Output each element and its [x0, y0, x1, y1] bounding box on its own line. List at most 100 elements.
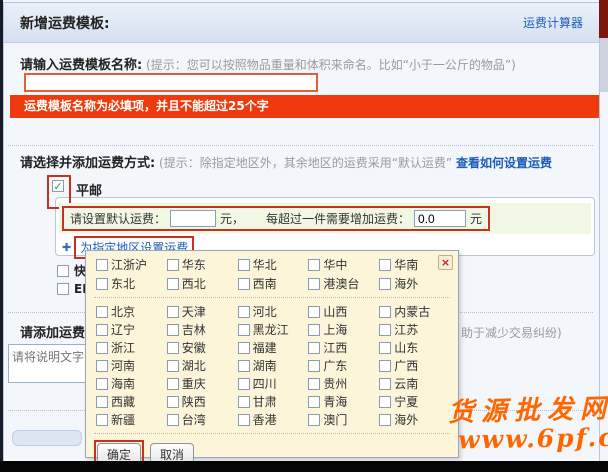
region-item[interactable]: 西北: [167, 276, 238, 291]
province-item[interactable]: 甘肃: [238, 394, 309, 409]
province-item[interactable]: 四川: [238, 376, 309, 391]
checkbox[interactable]: [96, 360, 108, 372]
province-item[interactable]: 辽宁: [96, 322, 167, 337]
province-item[interactable]: 台湾: [167, 412, 238, 427]
checkbox[interactable]: [308, 278, 320, 290]
annotation-box-fee: 请设置默认运费： 元， 每超过一件需要增加运费： 元: [62, 206, 490, 231]
province-item[interactable]: 广西: [379, 358, 450, 373]
checkbox[interactable]: [238, 278, 250, 290]
checkbox[interactable]: [167, 414, 179, 426]
region-item[interactable]: 华中: [308, 257, 379, 272]
checkbox[interactable]: [96, 414, 108, 426]
province-item[interactable]: 江西: [308, 340, 379, 355]
checkbox[interactable]: [238, 324, 250, 336]
province-item[interactable]: 江苏: [379, 322, 450, 337]
region-item[interactable]: 华北: [238, 257, 309, 272]
province-item[interactable]: 河南: [96, 358, 167, 373]
checkbox[interactable]: [379, 259, 391, 271]
checkbox[interactable]: [167, 378, 179, 390]
checkbox[interactable]: [379, 378, 391, 390]
checkbox[interactable]: [379, 414, 391, 426]
province-item[interactable]: 北京: [96, 304, 167, 319]
province-item[interactable]: 湖南: [238, 358, 309, 373]
freight-calculator-link[interactable]: 运费计算器: [523, 14, 583, 31]
checkbox[interactable]: [96, 278, 108, 290]
province-item[interactable]: 河北: [238, 304, 309, 319]
help-link[interactable]: 查看如何设置运费: [456, 156, 552, 170]
checkbox[interactable]: [167, 360, 179, 372]
checkbox[interactable]: [379, 360, 391, 372]
province-item[interactable]: 山西: [308, 304, 379, 319]
province-item[interactable]: 天津: [167, 304, 238, 319]
region-item[interactable]: 西南: [238, 276, 309, 291]
province-item[interactable]: 黑龙江: [238, 322, 309, 337]
ems-checkbox[interactable]: [57, 283, 69, 295]
region-item[interactable]: 海外: [379, 276, 450, 291]
province-item[interactable]: 吉林: [167, 322, 238, 337]
region-item[interactable]: 港澳台: [308, 276, 379, 291]
province-item[interactable]: 福建: [238, 340, 309, 355]
checkbox[interactable]: [379, 342, 391, 354]
checkbox[interactable]: [308, 396, 320, 408]
province-item[interactable]: 新疆: [96, 412, 167, 427]
province-item[interactable]: 湖北: [167, 358, 238, 373]
checkbox[interactable]: [308, 342, 320, 354]
province-item[interactable]: 上海: [308, 322, 379, 337]
checkbox[interactable]: [238, 342, 250, 354]
checkbox[interactable]: [167, 324, 179, 336]
default-fee-input[interactable]: [170, 210, 216, 227]
province-item[interactable]: 安徽: [167, 340, 238, 355]
checkbox[interactable]: [96, 259, 108, 271]
checkbox[interactable]: [308, 378, 320, 390]
province-item[interactable]: 西藏: [96, 394, 167, 409]
province-item[interactable]: 云南: [379, 376, 450, 391]
checkbox[interactable]: [238, 396, 250, 408]
checkbox[interactable]: [167, 306, 179, 318]
checkbox[interactable]: [238, 414, 250, 426]
checkbox[interactable]: [238, 306, 250, 318]
province-item[interactable]: 澳门: [308, 412, 379, 427]
checkbox[interactable]: [379, 278, 391, 290]
checkbox[interactable]: [96, 324, 108, 336]
region-item[interactable]: 江浙沪: [96, 257, 167, 272]
province-item[interactable]: 青海: [308, 394, 379, 409]
province-item[interactable]: 宁夏: [379, 394, 450, 409]
checkbox[interactable]: [96, 378, 108, 390]
province-item[interactable]: 浙江: [96, 340, 167, 355]
checkbox-label: 上海: [323, 321, 347, 338]
province-item[interactable]: 海南: [96, 376, 167, 391]
region-item[interactable]: 华东: [167, 257, 238, 272]
province-item[interactable]: 重庆: [167, 376, 238, 391]
checkbox[interactable]: [96, 396, 108, 408]
checkbox[interactable]: [238, 360, 250, 372]
checkbox[interactable]: [308, 306, 320, 318]
province-item[interactable]: 内蒙古: [379, 304, 450, 319]
checkbox[interactable]: [96, 306, 108, 318]
checkbox[interactable]: [379, 306, 391, 318]
checkbox[interactable]: [308, 324, 320, 336]
checkbox[interactable]: [308, 360, 320, 372]
region-item[interactable]: 东北: [96, 276, 167, 291]
pingyou-checkbox[interactable]: ✓: [52, 180, 64, 192]
kuaidi-checkbox[interactable]: [57, 265, 69, 277]
checkbox[interactable]: [238, 259, 250, 271]
checkbox[interactable]: [96, 342, 108, 354]
province-item[interactable]: 陕西: [167, 394, 238, 409]
province-item[interactable]: 海外: [379, 412, 450, 427]
checkbox[interactable]: [308, 414, 320, 426]
checkbox[interactable]: [167, 342, 179, 354]
close-icon[interactable]: ×: [438, 255, 453, 270]
checkbox[interactable]: [308, 259, 320, 271]
province-item[interactable]: 香港: [238, 412, 309, 427]
template-name-input[interactable]: [24, 73, 318, 92]
checkbox[interactable]: [167, 278, 179, 290]
checkbox[interactable]: [167, 259, 179, 271]
checkbox[interactable]: [238, 378, 250, 390]
checkbox[interactable]: [167, 396, 179, 408]
checkbox[interactable]: [379, 396, 391, 408]
province-item[interactable]: 广东: [308, 358, 379, 373]
province-item[interactable]: 山东: [379, 340, 450, 355]
checkbox[interactable]: [379, 324, 391, 336]
province-item[interactable]: 贵州: [308, 376, 379, 391]
extra-fee-input[interactable]: [414, 210, 466, 227]
